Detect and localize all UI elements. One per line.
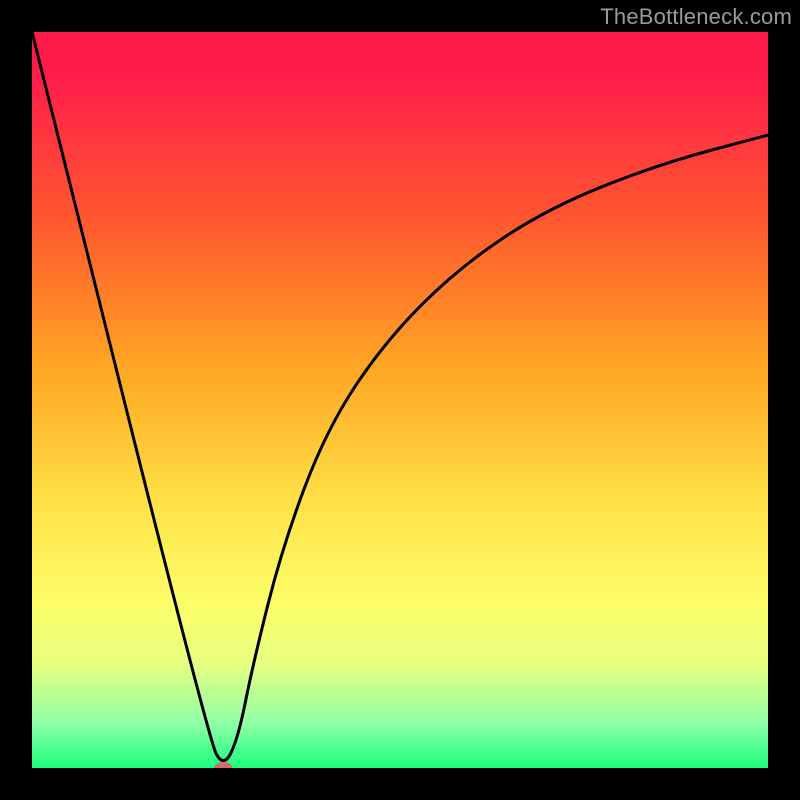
- min-marker: [214, 762, 232, 768]
- chart-frame: TheBottleneck.com: [0, 0, 800, 800]
- plot-area: [32, 32, 768, 768]
- watermark-text: TheBottleneck.com: [600, 4, 792, 30]
- bottleneck-curve: [32, 32, 768, 768]
- curve-path: [32, 32, 768, 761]
